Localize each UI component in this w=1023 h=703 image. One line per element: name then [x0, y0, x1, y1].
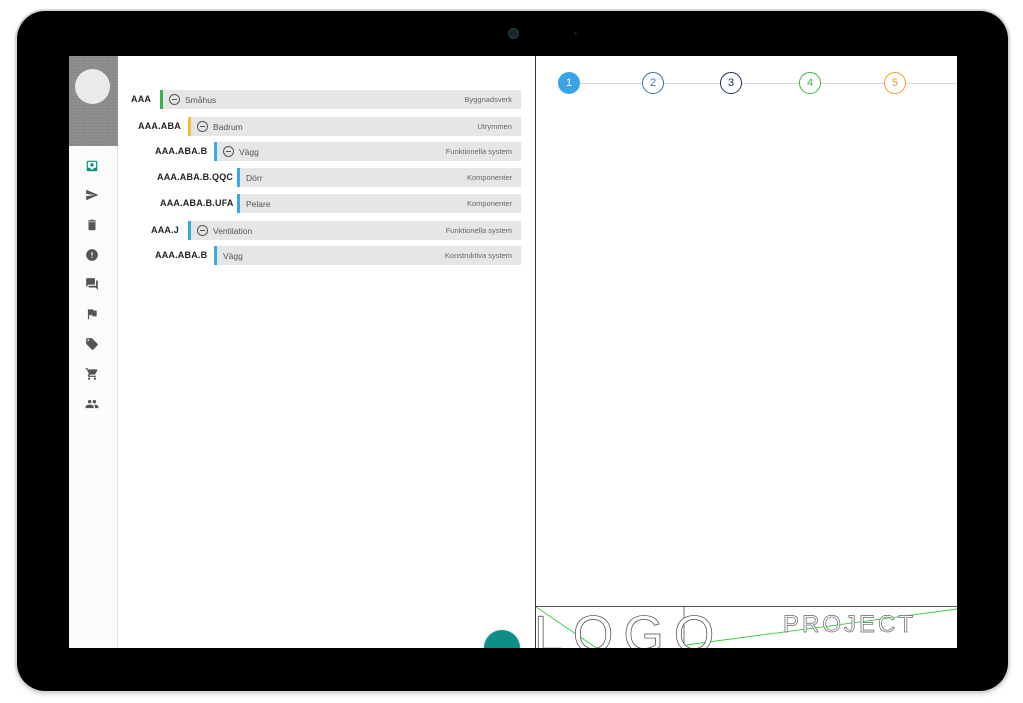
tree-row-type: Byggnadsverk — [464, 95, 512, 104]
tree-row-type: Komponenter — [466, 199, 512, 208]
collapse-icon[interactable] — [223, 146, 234, 157]
tree-row-label: Vägg — [223, 250, 243, 261]
camera — [508, 28, 519, 39]
collapse-icon[interactable] — [197, 121, 208, 132]
chat-icon[interactable] — [83, 275, 101, 293]
tree-row[interactable]: Dörr Komponenter — [237, 168, 521, 187]
panel-divider — [535, 56, 536, 648]
tree-row[interactable]: Ventilation Funktionella system — [188, 221, 521, 240]
tree-row-type: Funktionella system — [445, 226, 512, 235]
tree-row-code: AAA.ABA.B.UFA — [160, 198, 234, 208]
tree-row-label: Ventilation — [213, 225, 253, 236]
step-2[interactable]: 2 — [642, 72, 664, 94]
tree-row[interactable]: Badrum Utrymmen — [188, 117, 521, 136]
step-1[interactable]: 1 — [558, 72, 580, 94]
project-drawing: LOGO PROJECT — [534, 606, 957, 648]
category-stripe — [237, 168, 240, 187]
inbox-icon[interactable] — [83, 157, 101, 175]
project-text: PROJECT — [783, 611, 917, 639]
tree-row-code: AAA.ABA.B — [155, 146, 208, 156]
tree-row-label: Dörr — [246, 172, 263, 183]
rail-header — [69, 56, 118, 146]
flag-icon[interactable] — [83, 305, 101, 323]
stepper-connector — [580, 83, 642, 84]
stepper-connector — [742, 83, 799, 84]
tree-row-code: AAA — [131, 94, 152, 104]
alert-icon[interactable] — [83, 246, 101, 264]
cart-icon[interactable] — [83, 365, 101, 383]
tag-icon[interactable] — [83, 335, 101, 353]
tree-row-label: Vägg — [239, 146, 259, 157]
tree-row[interactable]: Pelare Komponenter — [237, 194, 521, 213]
collapse-icon[interactable] — [169, 94, 180, 105]
app-screen: AAA Småhus Byggnadsverk AAA.ABA Badrum Utrymm… — [69, 56, 957, 648]
people-icon[interactable] — [83, 395, 101, 413]
stepper-connector — [906, 83, 957, 84]
tree-row-code: AAA.ABA.B.QQC — [157, 172, 234, 182]
stepper-connector — [664, 83, 720, 84]
tree-row-label: Pelare — [246, 198, 271, 209]
avatar[interactable] — [75, 69, 110, 104]
category-stripe — [188, 221, 191, 240]
category-stripe — [160, 90, 163, 109]
logo-text: LOGO — [534, 606, 725, 648]
send-icon[interactable] — [83, 186, 101, 204]
tree-row-label: Badrum — [213, 121, 243, 132]
tree-row-type: Konstruktiva system — [444, 251, 512, 260]
tree-panel: AAA Småhus Byggnadsverk AAA.ABA Badrum Utrymm… — [69, 56, 535, 648]
collapse-icon[interactable] — [197, 225, 208, 236]
delete-icon[interactable] — [83, 216, 101, 234]
step-4[interactable]: 4 — [799, 72, 821, 94]
category-stripe — [214, 246, 217, 265]
category-stripe — [214, 142, 217, 161]
tree-row-code: AAA.ABA.B — [155, 250, 208, 260]
navigation-rail — [69, 56, 118, 648]
tree-row-label: Småhus — [185, 94, 217, 105]
tree-row-type: Funktionella system — [445, 147, 512, 156]
tree-row-type: Komponenter — [466, 173, 512, 182]
sensor — [574, 32, 577, 35]
step-5[interactable]: 5 — [884, 72, 906, 94]
tree-row[interactable]: Vägg Konstruktiva system — [214, 246, 521, 265]
category-stripe — [188, 117, 191, 136]
stepper-connector — [821, 83, 884, 84]
tree-row[interactable]: Vägg Funktionella system — [214, 142, 521, 161]
step-3[interactable]: 3 — [720, 72, 742, 94]
tree-row-code: AAA.J — [151, 225, 180, 235]
category-stripe — [237, 194, 240, 213]
tree-row-type: Utrymmen — [477, 122, 512, 131]
tree-row-code: AAA.ABA — [138, 121, 181, 131]
tree-row[interactable]: Småhus Byggnadsverk — [160, 90, 521, 109]
